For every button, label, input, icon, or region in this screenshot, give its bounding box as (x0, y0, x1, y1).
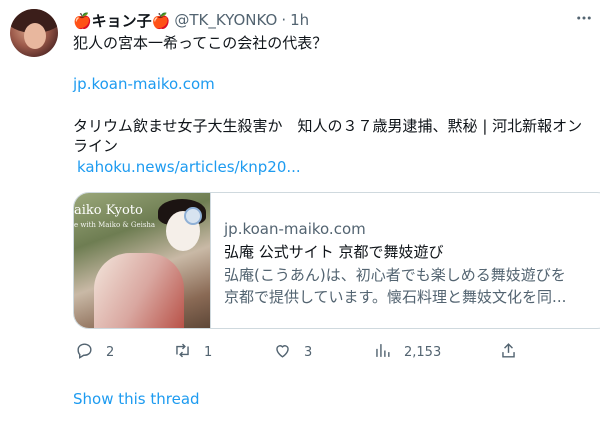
heart-icon (273, 341, 292, 364)
views-icon (373, 341, 392, 364)
card-image-subtitle: e with Maiko & Geisha (74, 221, 156, 229)
retweet-icon (173, 341, 192, 364)
tweet-link[interactable]: jp.koan-maiko.com (73, 74, 215, 94)
display-name[interactable]: 🍎キョン子🍎 (73, 10, 170, 31)
tweet-text: タリウム飲ませ女子大生殺害か 知人の３７歳男逮捕、黙秘 | 河北新報オン (73, 117, 583, 135)
timestamp[interactable]: 1h (290, 11, 309, 29)
tweet-link[interactable]: kahoku.news/articles/knp20... (77, 157, 301, 177)
tweet-actions: 2 1 3 2,153 (73, 340, 533, 364)
card-image-title: aiko Kyoto (74, 203, 143, 218)
card-description-line: 弘庵(こうあん)は、初心者でも楽しめる舞妓遊びを (224, 266, 566, 284)
retweet-button[interactable]: 1 (173, 340, 212, 364)
show-thread-link[interactable]: Show this thread (73, 389, 200, 409)
retweet-count: 1 (204, 344, 213, 360)
separator-dot: · (281, 11, 287, 29)
card-title: 弘庵 公式サイト 京都で舞妓遊び (224, 243, 444, 261)
tweet-text: ライン (73, 137, 119, 155)
user-handle[interactable]: @TK_KYONKO (174, 11, 277, 29)
tweet[interactable]: 🍎キョン子🍎 @TK_KYONKO · 1h 犯人の宮本一希ってこの会社の代表？… (0, 0, 600, 422)
card-domain: jp.koan-maiko.com (224, 220, 366, 238)
like-button[interactable]: 3 (273, 340, 312, 364)
card-description: 弘庵(こうあん)は、初心者でも楽しめる舞妓遊びを 京都で提供しています。懐石料理… (224, 264, 600, 308)
more-horizontal-icon[interactable] (572, 6, 596, 30)
reply-button[interactable]: 2 (75, 340, 114, 364)
reply-icon (75, 341, 94, 364)
views-count: 2,153 (404, 344, 442, 360)
avatar[interactable] (10, 9, 58, 57)
like-count: 3 (304, 344, 313, 360)
views-button[interactable]: 2,153 (373, 340, 441, 364)
link-preview-card[interactable]: aiko Kyoto e with Maiko & Geisha jp.koan… (73, 192, 600, 329)
share-button[interactable] (499, 340, 518, 364)
card-description-line: 京都で提供しています。懐石料理と舞妓文化を同... (224, 288, 567, 306)
card-body[interactable]: jp.koan-maiko.com 弘庵 公式サイト 京都で舞妓遊び 弘庵(こう… (224, 219, 600, 308)
card-thumbnail[interactable]: aiko Kyoto e with Maiko & Geisha (74, 193, 211, 328)
tweet-header: 🍎キョン子🍎 @TK_KYONKO · 1h (73, 10, 309, 30)
share-icon (499, 341, 518, 364)
reply-count: 2 (106, 344, 115, 360)
tweet-text: 犯人の宮本一希ってこの会社の代表？ (73, 34, 328, 52)
